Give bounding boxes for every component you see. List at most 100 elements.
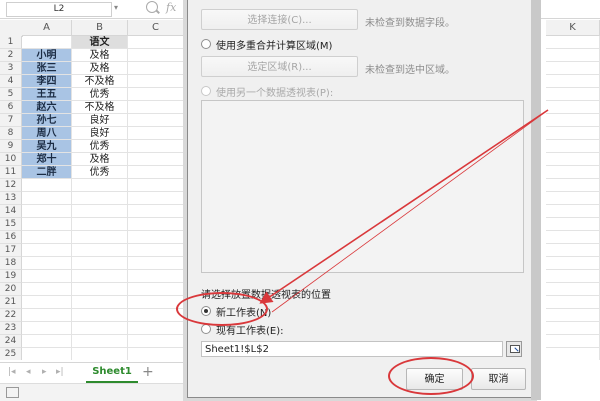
magnifier-icon[interactable] xyxy=(146,1,158,13)
row-header[interactable]: 10 xyxy=(0,153,22,166)
row-header[interactable]: 6 xyxy=(0,101,22,114)
grid-cell[interactable] xyxy=(128,218,184,231)
student-name-cell[interactable]: 小明 xyxy=(22,49,72,62)
grid-cell[interactable] xyxy=(128,335,184,348)
cell-b1-header[interactable]: 语文 xyxy=(72,36,128,49)
row-header[interactable]: 24 xyxy=(0,335,22,348)
row-header[interactable]: 17 xyxy=(0,244,22,257)
row-header[interactable]: 3 xyxy=(0,62,22,75)
grid-cell[interactable] xyxy=(546,322,600,335)
row-header[interactable]: 18 xyxy=(0,257,22,270)
row-header[interactable]: 15 xyxy=(0,218,22,231)
grid-cell[interactable] xyxy=(546,231,600,244)
grid-cell[interactable] xyxy=(128,231,184,244)
grid-cell[interactable] xyxy=(22,231,72,244)
grid-cell[interactable] xyxy=(546,218,600,231)
name-box[interactable]: L2 xyxy=(6,2,112,17)
macro-record-icon[interactable] xyxy=(6,387,19,398)
grid-cell[interactable] xyxy=(72,218,128,231)
chevron-down-icon[interactable]: ▾ xyxy=(114,3,118,12)
first-sheet-icon[interactable]: |◂ xyxy=(8,367,16,377)
grid-cell[interactable] xyxy=(72,283,128,296)
grid-cell[interactable] xyxy=(128,322,184,335)
grid-cell[interactable] xyxy=(72,335,128,348)
row-header[interactable]: 12 xyxy=(0,179,22,192)
grid-cell[interactable] xyxy=(72,244,128,257)
grid-cell[interactable] xyxy=(72,205,128,218)
student-name-cell[interactable]: 张三 xyxy=(22,62,72,75)
grid-cell[interactable] xyxy=(128,36,184,49)
select-region-button[interactable]: 选定区域(R)... xyxy=(201,56,358,77)
grade-cell[interactable]: 优秀 xyxy=(72,140,128,153)
grade-cell[interactable]: 不及格 xyxy=(72,75,128,88)
grid-cell[interactable] xyxy=(22,283,72,296)
grid-cell[interactable] xyxy=(22,335,72,348)
row-header[interactable]: 20 xyxy=(0,283,22,296)
grid-cell[interactable] xyxy=(22,192,72,205)
grid-cell[interactable] xyxy=(546,270,600,283)
row-header[interactable]: 14 xyxy=(0,205,22,218)
column-header-a[interactable]: A xyxy=(22,20,72,36)
student-name-cell[interactable]: 王五 xyxy=(22,88,72,101)
row-header[interactable]: 23 xyxy=(0,322,22,335)
another-pivot-radio[interactable] xyxy=(201,86,211,96)
student-name-cell[interactable]: 二胖 xyxy=(22,166,72,179)
column-header-k[interactable]: K xyxy=(546,20,600,36)
column-header-b[interactable]: B xyxy=(72,20,128,36)
row-header[interactable]: 7 xyxy=(0,114,22,127)
grid-cell[interactable] xyxy=(128,166,184,179)
grid-cell[interactable] xyxy=(22,257,72,270)
grade-cell[interactable]: 优秀 xyxy=(72,166,128,179)
existing-sheet-radio[interactable] xyxy=(201,324,211,334)
cancel-button[interactable]: 取消 xyxy=(471,368,526,390)
grid-cell[interactable] xyxy=(128,348,184,360)
student-name-cell[interactable]: 吴九 xyxy=(22,140,72,153)
grid-cell[interactable] xyxy=(546,296,600,309)
grid-cell[interactable] xyxy=(22,270,72,283)
grid-cell[interactable] xyxy=(546,335,600,348)
grid-cell[interactable] xyxy=(128,205,184,218)
row-header[interactable]: 25 xyxy=(0,348,22,360)
grid-cell[interactable] xyxy=(128,192,184,205)
grade-cell[interactable]: 及格 xyxy=(72,153,128,166)
student-name-cell[interactable]: 郑十 xyxy=(22,153,72,166)
grid-cell[interactable] xyxy=(546,244,600,257)
row-header[interactable]: 2 xyxy=(0,49,22,62)
grid-cell[interactable] xyxy=(128,62,184,75)
grade-cell[interactable]: 及格 xyxy=(72,49,128,62)
grid-cell[interactable] xyxy=(546,101,600,114)
grid-cell[interactable] xyxy=(128,270,184,283)
grid-cell[interactable] xyxy=(546,179,600,192)
grade-cell[interactable]: 优秀 xyxy=(72,88,128,101)
choose-connection-button[interactable]: 选择连接(C)... xyxy=(201,9,358,30)
row-header[interactable]: 9 xyxy=(0,140,22,153)
select-all-corner[interactable] xyxy=(0,20,23,37)
grid-cell[interactable] xyxy=(72,179,128,192)
grid-cell[interactable] xyxy=(22,218,72,231)
grid-cell[interactable] xyxy=(546,62,600,75)
grid-cell[interactable] xyxy=(546,153,600,166)
grade-cell[interactable]: 及格 xyxy=(72,62,128,75)
grid-cell[interactable] xyxy=(546,192,600,205)
last-sheet-icon[interactable]: ▸| xyxy=(56,367,64,377)
grade-cell[interactable]: 良好 xyxy=(72,114,128,127)
range-picker-icon[interactable] xyxy=(506,341,522,357)
row-header[interactable]: 13 xyxy=(0,192,22,205)
grid-cell[interactable] xyxy=(128,49,184,62)
grid-cell[interactable] xyxy=(72,322,128,335)
grid-cell[interactable] xyxy=(128,114,184,127)
grid-cell[interactable] xyxy=(128,88,184,101)
student-name-cell[interactable]: 李四 xyxy=(22,75,72,88)
add-sheet-button[interactable]: + xyxy=(142,364,154,380)
grid-cell[interactable] xyxy=(128,101,184,114)
grid-cell[interactable] xyxy=(22,309,72,322)
grid-cell[interactable] xyxy=(546,309,600,322)
next-sheet-icon[interactable]: ▸ xyxy=(42,367,47,377)
grid-cell[interactable] xyxy=(22,244,72,257)
grid-cell[interactable] xyxy=(72,348,128,360)
grid-cell[interactable] xyxy=(72,296,128,309)
grid-cell[interactable] xyxy=(546,257,600,270)
prev-sheet-icon[interactable]: ◂ xyxy=(26,367,31,377)
grade-cell[interactable]: 不及格 xyxy=(72,101,128,114)
grid-cell[interactable] xyxy=(128,153,184,166)
